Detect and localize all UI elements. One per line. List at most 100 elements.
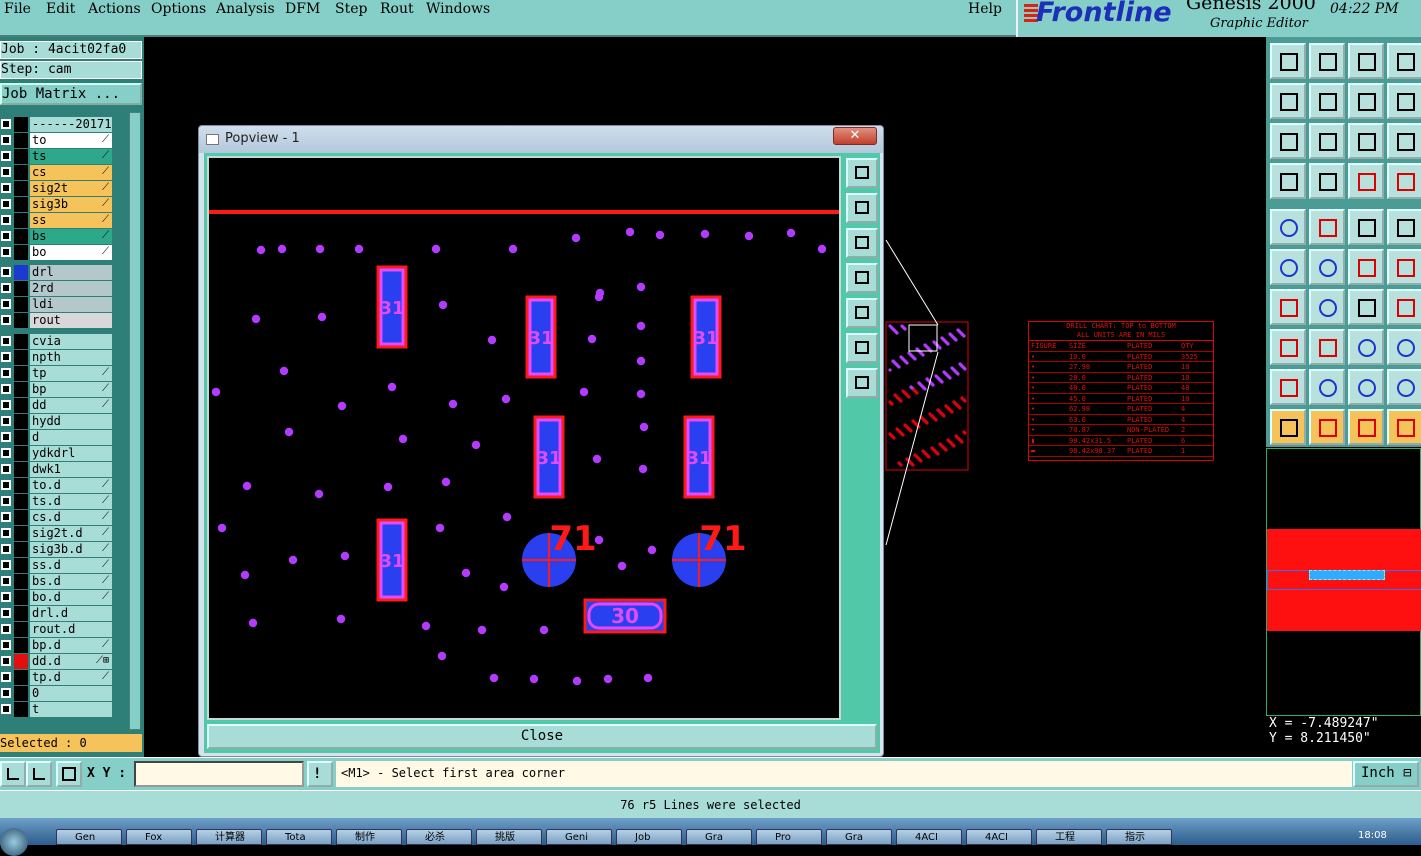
fit-screen-button[interactable] — [1270, 123, 1306, 159]
distance-button[interactable] — [1348, 329, 1384, 365]
layer-color-swatch[interactable] — [14, 462, 28, 477]
pad-button[interactable] — [1387, 209, 1421, 245]
layer-name[interactable]: npth — [30, 350, 112, 365]
menu-windows[interactable]: Windows — [426, 1, 490, 17]
menu-step[interactable]: Step — [335, 1, 367, 17]
layer-name[interactable]: drl — [30, 265, 112, 280]
layer-name[interactable]: rout — [30, 313, 112, 328]
snapshot-button[interactable] — [1270, 43, 1306, 79]
triangle-button[interactable] — [1270, 369, 1306, 405]
layer-row[interactable]: ts.d ⟋ — [0, 494, 114, 509]
layer-color-swatch[interactable] — [14, 229, 28, 244]
layer-color-swatch[interactable] — [14, 478, 28, 493]
layer-checkbox[interactable] — [1, 231, 11, 241]
zoom-out-button[interactable] — [846, 368, 878, 398]
layer-checkbox[interactable] — [1, 512, 11, 522]
layer-name[interactable]: d — [30, 430, 112, 445]
layer-checkbox[interactable] — [1, 135, 11, 145]
layer-color-swatch[interactable] — [14, 686, 28, 701]
layer-row[interactable]: sig2t ⟋ — [0, 181, 114, 196]
job-matrix-button[interactable]: Job Matrix ... — [0, 83, 142, 105]
layer-checkbox[interactable] — [1, 283, 11, 293]
layer-name[interactable]: bs.d ⟋ — [30, 574, 112, 589]
layer-color-swatch[interactable] — [14, 558, 28, 573]
layer-row[interactable]: bp.d ⟋ — [0, 638, 114, 653]
layer-row[interactable]: drl — [0, 265, 114, 280]
layer-checkbox[interactable] — [1, 576, 11, 586]
layer-checkbox[interactable] — [1, 656, 11, 666]
layer-row[interactable]: to.d ⟋ — [0, 478, 114, 493]
pan-right-button[interactable] — [846, 298, 878, 328]
layer-checkbox[interactable] — [1, 336, 11, 346]
copy-button[interactable] — [1387, 329, 1421, 365]
layer-row[interactable]: tp ⟋ — [0, 366, 114, 381]
layer-color-swatch[interactable] — [14, 245, 28, 260]
taskbar-item[interactable]: Job — [616, 829, 682, 845]
layer-row[interactable]: d — [0, 430, 114, 445]
layer-checkbox[interactable] — [1, 119, 11, 129]
layer-checkbox[interactable] — [1, 183, 11, 193]
layer-row[interactable]: t — [0, 702, 114, 717]
layer-toggle2-button[interactable] — [1387, 163, 1421, 199]
layer-name[interactable]: ------20171 — [30, 117, 112, 132]
layer-name[interactable]: ss.d ⟋ — [30, 558, 112, 573]
layer-row[interactable]: sig3b.d ⟋ — [0, 542, 114, 557]
layer-row[interactable]: hydd — [0, 414, 114, 429]
menu-options[interactable]: Options — [151, 1, 206, 17]
window-close-button[interactable]: ✕ — [833, 127, 877, 145]
layer-name[interactable]: ldi — [30, 297, 112, 312]
pan-left-button[interactable] — [1270, 83, 1306, 119]
layer-name[interactable]: ydkdrl — [30, 446, 112, 461]
layer-name[interactable]: sig2t ⟋ — [30, 181, 112, 196]
triangle2-button[interactable] — [1309, 369, 1345, 405]
layer-checkbox[interactable] — [1, 151, 11, 161]
layer-name[interactable]: cs ⟋ — [30, 165, 112, 180]
layer-checkbox[interactable] — [1, 608, 11, 618]
layer-name[interactable]: 2rd — [30, 281, 112, 296]
layer-name[interactable]: to.d ⟋ — [30, 478, 112, 493]
pan-right-button[interactable] — [1309, 83, 1345, 119]
layer-row[interactable]: sig2t.d ⟋ — [0, 526, 114, 541]
layer-color-swatch[interactable] — [14, 297, 28, 312]
grid-button[interactable] — [1309, 163, 1345, 199]
layer-row[interactable]: bs ⟋ — [0, 229, 114, 244]
zoom-in-button[interactable] — [1309, 43, 1345, 79]
layer-row[interactable]: ldi — [0, 297, 114, 312]
layer-checkbox[interactable] — [1, 352, 11, 362]
units-selector[interactable]: Inch ⊟ — [1353, 761, 1419, 787]
layer-name[interactable]: bp.d ⟋ — [30, 638, 112, 653]
layer-name[interactable]: bp ⟋ — [30, 382, 112, 397]
layer-row[interactable]: ss ⟋ — [0, 213, 114, 228]
layer-name[interactable]: rout.d — [30, 622, 112, 637]
select-box-button[interactable] — [1309, 409, 1345, 445]
layer-name[interactable]: sig3b.d ⟋ — [30, 542, 112, 557]
layer-color-swatch[interactable] — [14, 117, 28, 132]
xy-input[interactable] — [134, 761, 304, 787]
layer-checkbox[interactable] — [1, 704, 11, 714]
layer-row[interactable]: dd.d ⟋⊞ — [0, 654, 114, 669]
layer-checkbox[interactable] — [1, 496, 11, 506]
taskbar-item[interactable]: Gen — [56, 829, 122, 845]
layer-name[interactable]: dd.d ⟋⊞ — [30, 654, 112, 669]
layer-color-swatch[interactable] — [14, 526, 28, 541]
layer-color-swatch[interactable] — [14, 670, 28, 685]
layer-checkbox[interactable] — [1, 592, 11, 602]
layer-name[interactable]: bs ⟋ — [30, 229, 112, 244]
layer-name[interactable]: ts.d ⟋ — [30, 494, 112, 509]
layer-checkbox[interactable] — [1, 167, 11, 177]
layer-name[interactable]: bo ⟋ — [30, 245, 112, 260]
add-pad-button[interactable] — [1270, 209, 1306, 245]
layer-row[interactable]: npth — [0, 350, 114, 365]
taskbar-item[interactable]: 指示 — [1106, 829, 1172, 845]
layer-row[interactable]: to ⟋ — [0, 133, 114, 148]
layer-color-swatch[interactable] — [14, 149, 28, 164]
arc-button[interactable] — [1348, 289, 1384, 325]
layer-row[interactable]: dwk1 — [0, 462, 114, 477]
layer-checkbox[interactable] — [1, 480, 11, 490]
layer-color-swatch[interactable] — [14, 265, 28, 280]
triangle4-button[interactable] — [1387, 369, 1421, 405]
menu-dfm[interactable]: DFM — [285, 1, 320, 17]
layer-checkbox[interactable] — [1, 688, 11, 698]
layer-row[interactable]: ss.d ⟋ — [0, 558, 114, 573]
angle-button[interactable] — [26, 761, 52, 787]
